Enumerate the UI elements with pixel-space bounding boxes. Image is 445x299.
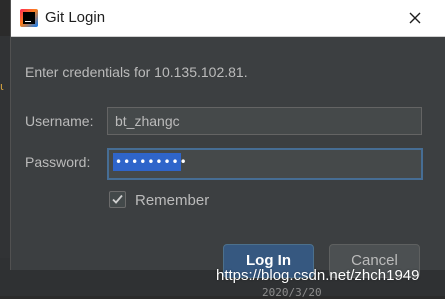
- credentials-message: Enter credentials for 10.135.102.81.: [25, 64, 248, 80]
- remember-checkbox[interactable]: [109, 191, 126, 208]
- title-bar[interactable]: Git Login: [11, 0, 445, 37]
- username-label: Username:: [25, 113, 94, 129]
- password-field[interactable]: •••••••••: [107, 148, 423, 180]
- window-title: Git Login: [45, 9, 106, 26]
- git-login-dialog: Git Login Enter credentials for 10.135.1…: [10, 0, 445, 278]
- password-label: Password:: [25, 154, 91, 170]
- password-selection: •••••••••: [113, 153, 188, 171]
- intellij-idea-icon: [20, 9, 38, 27]
- checkmark-icon: [112, 194, 123, 204]
- watermark-text: https://blog.csdn.net/zhch1949: [216, 267, 420, 284]
- ide-background-date: 2020/3/20: [262, 286, 322, 299]
- ide-background-strip: [0, 36, 10, 296]
- close-icon[interactable]: [403, 6, 427, 30]
- username-field[interactable]: bt_zhangc: [107, 107, 422, 135]
- username-value: bt_zhangc: [115, 113, 180, 129]
- remember-label[interactable]: Remember: [135, 192, 209, 209]
- ide-gutter-mark: ι: [0, 80, 4, 93]
